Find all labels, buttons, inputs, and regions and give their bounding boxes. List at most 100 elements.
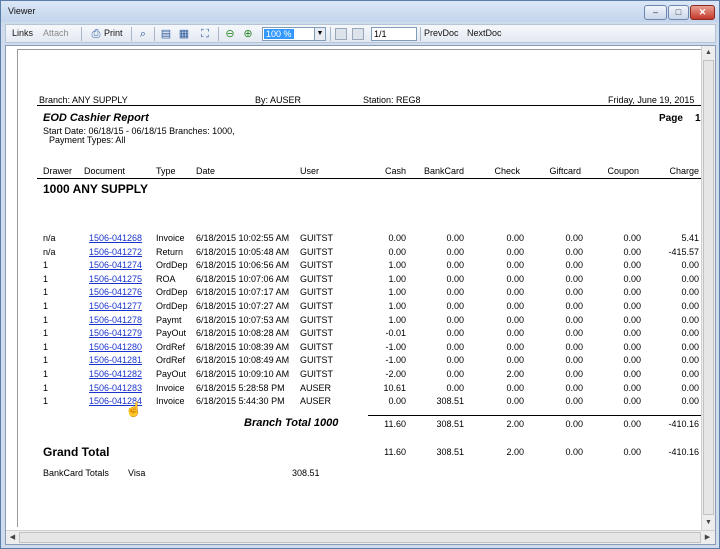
cell-type: Invoice: [156, 396, 185, 407]
document-link[interactable]: 1506-041268: [89, 233, 142, 243]
toolbar-separator: [154, 27, 155, 41]
report-title: EOD Cashier Report: [43, 112, 149, 124]
cell-check: 0.00: [506, 301, 524, 311]
grand-total-bankcard: 308.51: [436, 447, 464, 457]
next-page-button[interactable]: [352, 28, 364, 40]
document-link[interactable]: 1506-041277: [89, 301, 142, 311]
zoom-in-icon[interactable]: ⊕: [242, 28, 254, 40]
cell-charge: 0.00: [681, 301, 699, 311]
cell-coupon: 0.00: [623, 233, 641, 243]
cell-check: 0.00: [506, 341, 524, 352]
cell-type: OrdDep: [156, 287, 188, 298]
minimize-button[interactable]: –: [644, 5, 667, 20]
cell-drawer: 1: [43, 287, 49, 298]
cell-type: Invoice: [156, 233, 185, 243]
document-link[interactable]: 1506-041283: [89, 383, 142, 393]
cell-bankcard: 0.00: [446, 355, 464, 366]
cell-cash: 0.00: [388, 246, 406, 257]
document-link[interactable]: 1506-041276: [89, 287, 142, 297]
cell-date: 6/18/2015 5:28:58 PM: [196, 382, 285, 393]
toolbar-separator: [330, 27, 331, 41]
cell-bankcard: 0.00: [446, 382, 464, 393]
document-link[interactable]: 1506-041278: [89, 315, 142, 325]
cell-check: 0.00: [506, 328, 524, 339]
grand-total-check: 2.00: [506, 447, 524, 457]
cell-type: OrdRef: [156, 355, 186, 366]
cell-coupon: 0.00: [623, 382, 641, 393]
cell-cash: 1.00: [388, 314, 406, 325]
cell-user: GUITST: [300, 341, 333, 352]
document-link[interactable]: 1506-041279: [89, 328, 142, 338]
scroll-left-icon[interactable]: ◀: [6, 531, 19, 544]
grand-total-cash: 11.60: [384, 447, 406, 457]
cell-coupon: 0.00: [623, 314, 641, 325]
bankcard-totals-label: BankCard Totals: [43, 468, 109, 478]
cell-cash: -2.00: [385, 369, 406, 379]
horizontal-scrollbar[interactable]: ◀ ▶: [6, 530, 715, 544]
document-link[interactable]: 1506-041275: [89, 274, 142, 284]
by-user-label: By: AUSER: [255, 95, 302, 105]
cell-check: 0.00: [506, 314, 524, 325]
prevdoc-button[interactable]: PrevDoc: [424, 28, 459, 38]
cell-user: GUITST: [300, 301, 333, 311]
close-button[interactable]: ✕: [690, 5, 715, 20]
document-link[interactable]: 1506-041281: [89, 355, 142, 365]
scroll-down-icon[interactable]: ▼: [702, 516, 715, 529]
links-button[interactable]: Links: [12, 28, 33, 38]
chevron-down-icon[interactable]: ▼: [314, 28, 325, 40]
previous-page-button[interactable]: [335, 28, 347, 40]
cell-charge: 0.00: [681, 273, 699, 284]
report-date: Friday, June 19, 2015: [608, 95, 695, 105]
document-link[interactable]: 1506-041280: [89, 342, 142, 352]
cell-giftcard: 0.00: [565, 246, 583, 257]
cell-user: GUITST: [300, 314, 333, 325]
scroll-right-icon[interactable]: ▶: [701, 531, 714, 544]
vertical-scroll-thumb[interactable]: [703, 60, 714, 515]
cell-cash: 0.00: [388, 396, 406, 407]
zoom-select[interactable]: 100 % ▼: [262, 27, 326, 41]
document-link[interactable]: 1506-041282: [89, 369, 142, 379]
binoculars-icon[interactable]: ⌕: [137, 28, 149, 40]
column-header: Coupon: [607, 166, 639, 176]
branch-total-cash: 11.60: [384, 419, 406, 429]
cell-user: GUITST: [300, 355, 333, 366]
cell-drawer: 1: [43, 355, 49, 366]
branch-total-charge: -410.16: [668, 419, 699, 429]
horizontal-scroll-thumb[interactable]: [19, 532, 701, 543]
page-number-field[interactable]: 1/1: [371, 27, 417, 41]
cell-giftcard: 0.00: [565, 314, 583, 325]
fit-page-icon[interactable]: ⛶: [199, 28, 211, 40]
cell-bankcard: 308.51: [436, 396, 464, 407]
total-divider: [368, 415, 714, 416]
cell-date: 6/18/2015 10:06:56 AM: [196, 260, 290, 271]
cell-type: OrdDep: [156, 301, 188, 311]
cell-cash: -1.00: [385, 355, 406, 366]
nextdoc-button[interactable]: NextDoc: [467, 28, 502, 38]
maximize-button[interactable]: □: [668, 5, 689, 20]
column-header: Cash: [384, 166, 406, 176]
attach-button[interactable]: Attach: [43, 28, 69, 38]
cell-check: 0.00: [506, 355, 524, 366]
scroll-up-icon[interactable]: ▲: [702, 46, 715, 59]
vertical-scrollbar[interactable]: ▲ ▼: [701, 46, 715, 530]
single-page-icon[interactable]: ▤: [160, 28, 172, 40]
column-header: Charge: [669, 166, 699, 176]
print-button[interactable]: Print: [104, 28, 123, 38]
cell-drawer: n/a: [43, 246, 56, 257]
cell-charge: 0.00: [681, 341, 699, 352]
page-number: 1: [695, 113, 701, 124]
multi-page-icon[interactable]: ▦: [178, 28, 190, 40]
cell-bankcard: 0.00: [446, 233, 464, 243]
cell-bankcard: 0.00: [446, 273, 464, 284]
document-link[interactable]: 1506-041272: [89, 247, 142, 257]
cell-charge: 0.00: [681, 382, 699, 393]
cell-date: 6/18/2015 10:07:06 AM: [196, 273, 290, 284]
cell-charge: 0.00: [681, 287, 699, 298]
cell-charge: 0.00: [681, 328, 699, 339]
title-bar[interactable]: Viewer – □ ✕: [1, 1, 719, 22]
report-viewport[interactable]: Branch: ANY SUPPLY By: AUSER Station: RE…: [5, 45, 716, 545]
branch-total-label: Branch Total 1000: [244, 417, 339, 429]
document-link[interactable]: 1506-041274: [89, 260, 142, 270]
cell-date: 6/18/2015 10:07:53 AM: [196, 314, 290, 325]
zoom-out-icon[interactable]: ⊖: [224, 28, 236, 40]
